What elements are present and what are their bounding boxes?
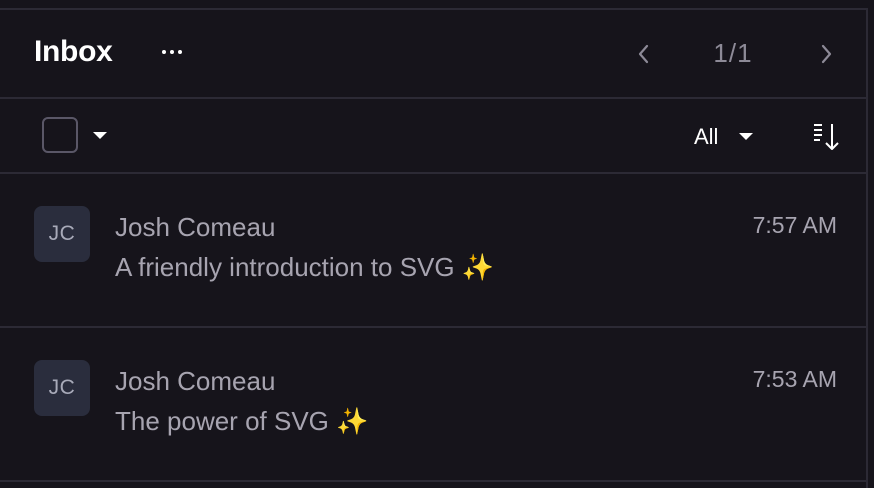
message-subject-text: A friendly introduction to SVG bbox=[115, 252, 455, 282]
ellipsis-icon bbox=[178, 50, 182, 54]
sort-button[interactable] bbox=[812, 121, 842, 153]
select-all-checkbox[interactable] bbox=[42, 117, 78, 153]
next-page-button[interactable] bbox=[816, 40, 836, 68]
ellipsis-icon bbox=[170, 50, 174, 54]
filter-label: All bbox=[694, 124, 719, 149]
message-row[interactable]: JC Josh Comeau The power of SVG ✨ 7:53 A… bbox=[0, 328, 868, 482]
chevron-right-icon bbox=[821, 44, 832, 64]
avatar: JC bbox=[34, 206, 90, 262]
sort-descending-icon bbox=[814, 124, 839, 150]
sparkles-icon: ✨ bbox=[461, 252, 495, 282]
message-sender: Josh Comeau bbox=[115, 212, 276, 242]
message-sender: Josh Comeau bbox=[115, 366, 276, 396]
message-row[interactable]: JC Josh Comeau A friendly introduction t… bbox=[0, 174, 868, 328]
page-counter: 1/1 bbox=[713, 38, 753, 68]
sparkles-icon: ✨ bbox=[336, 406, 369, 436]
message-time: 7:57 AM bbox=[752, 212, 837, 238]
message-subject: A friendly introduction to SVG ✨ bbox=[115, 252, 494, 283]
message-time: 7:53 AM bbox=[752, 366, 837, 392]
ellipsis-icon bbox=[162, 50, 166, 54]
message-subject-text: The power of SVG bbox=[115, 406, 329, 436]
page-title: Inbox bbox=[34, 35, 113, 68]
chevron-left-icon bbox=[638, 44, 649, 64]
inbox-toolbar: All bbox=[0, 99, 868, 174]
caret-down-icon[interactable] bbox=[93, 132, 107, 139]
message-subject: The power of SVG ✨ bbox=[115, 406, 369, 437]
inbox-header: Inbox 1/1 bbox=[0, 10, 868, 99]
previous-page-button[interactable] bbox=[634, 40, 654, 68]
caret-down-icon bbox=[739, 133, 753, 140]
more-options-button[interactable] bbox=[156, 36, 188, 68]
avatar: JC bbox=[34, 360, 90, 416]
